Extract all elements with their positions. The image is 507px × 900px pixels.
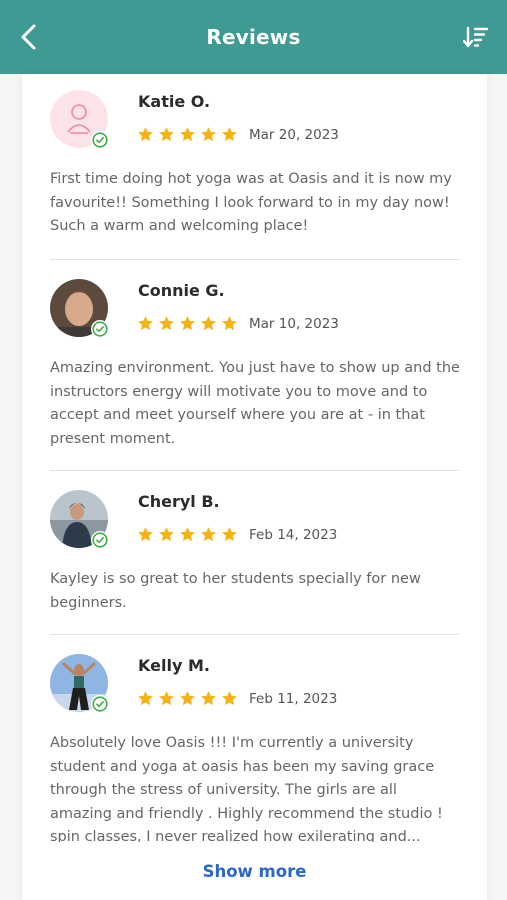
star-icon xyxy=(159,127,174,142)
reviewer-name: Kelly M. xyxy=(138,656,210,675)
star-icon xyxy=(138,691,153,706)
verified-check-icon xyxy=(91,131,109,149)
star-icon xyxy=(138,127,153,142)
avatar xyxy=(50,279,109,338)
show-more-button[interactable]: Show more xyxy=(22,862,487,881)
review-date: Mar 10, 2023 xyxy=(249,315,339,332)
star-icon xyxy=(201,527,216,542)
star-icon xyxy=(159,691,174,706)
star-rating: Mar 20, 2023 xyxy=(137,126,339,143)
star-rating: Feb 14, 2023 xyxy=(137,526,337,543)
star-icon xyxy=(201,316,216,331)
star-icon xyxy=(222,691,237,706)
divider xyxy=(50,259,459,260)
review-text: Absolutely love Oasis !!! I'm currently … xyxy=(50,735,443,842)
reviewer-name: Cheryl B. xyxy=(138,492,220,511)
star-icon xyxy=(159,316,174,331)
avatar xyxy=(50,490,109,549)
verified-check-icon xyxy=(91,695,109,713)
chevron-left-icon xyxy=(21,24,36,50)
star-rating: Mar 10, 2023 xyxy=(137,315,339,332)
reviews-card: Katie O. Mar 20, 2023 First time doing h… xyxy=(22,74,487,900)
divider xyxy=(50,634,459,635)
sort-button[interactable] xyxy=(461,22,491,52)
review-date: Feb 11, 2023 xyxy=(249,690,338,707)
star-icon xyxy=(180,316,195,331)
review-text: Amazing environment. You just have to sh… xyxy=(50,360,460,447)
avatar xyxy=(50,654,109,713)
review-text: First time doing hot yoga was at Oasis a… xyxy=(50,171,452,234)
star-rating: Feb 11, 2023 xyxy=(137,690,337,707)
app-header: Reviews xyxy=(0,0,507,74)
avatar xyxy=(50,90,109,149)
star-icon xyxy=(222,127,237,142)
star-icon xyxy=(222,316,237,331)
star-icon xyxy=(138,527,153,542)
star-icon xyxy=(180,127,195,142)
reviewer-name: Connie G. xyxy=(138,281,225,300)
verified-check-icon xyxy=(91,320,109,338)
sort-descending-icon xyxy=(463,26,489,48)
reviewer-name: Katie O. xyxy=(138,92,211,111)
divider xyxy=(50,470,459,471)
star-icon xyxy=(180,527,195,542)
review-text: Kayley is so great to her students speci… xyxy=(50,571,421,611)
back-button[interactable] xyxy=(14,22,44,52)
star-icon xyxy=(138,316,153,331)
review-date: Mar 20, 2023 xyxy=(249,126,339,143)
star-icon xyxy=(222,527,237,542)
review-date: Feb 14, 2023 xyxy=(249,526,338,543)
star-icon xyxy=(180,691,195,706)
verified-check-icon xyxy=(91,531,109,549)
star-icon xyxy=(159,527,174,542)
page-title: Reviews xyxy=(206,25,301,49)
star-icon xyxy=(201,691,216,706)
star-icon xyxy=(201,127,216,142)
